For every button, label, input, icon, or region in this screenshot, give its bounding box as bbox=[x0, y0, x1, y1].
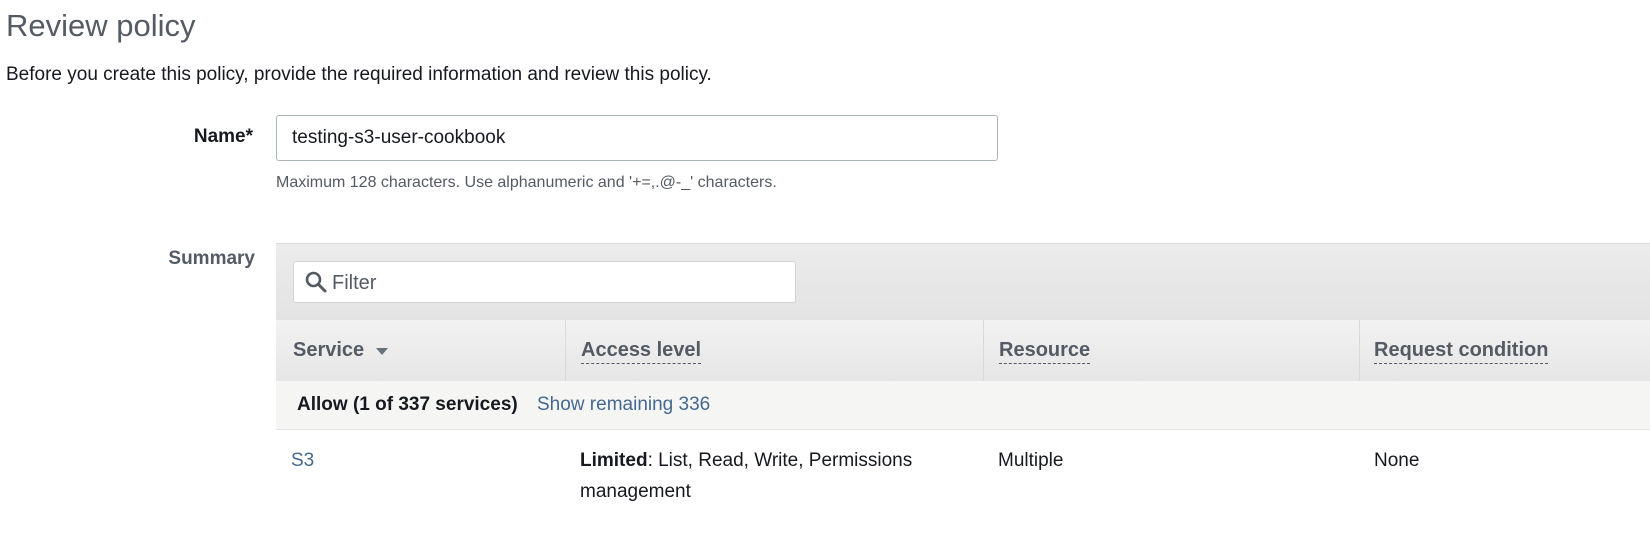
summary-panel: Service Access level Resource Request co… bbox=[276, 243, 1650, 533]
show-remaining-link[interactable]: Show remaining 336 bbox=[537, 394, 710, 416]
summary-label: Summary bbox=[168, 248, 255, 269]
service-cell: S3 bbox=[291, 445, 314, 476]
column-header-service[interactable]: Service bbox=[276, 320, 566, 381]
filter-input[interactable] bbox=[330, 262, 794, 304]
page-subtitle: Before you create this policy, provide t… bbox=[6, 64, 712, 85]
access-level-bold: Limited bbox=[580, 450, 648, 471]
column-header-request-condition[interactable]: Request condition bbox=[1360, 320, 1650, 381]
table-header: Service Access level Resource Request co… bbox=[276, 320, 1650, 382]
sort-caret-icon bbox=[376, 348, 388, 355]
name-input[interactable] bbox=[276, 115, 998, 161]
column-header-resource[interactable]: Resource bbox=[984, 320, 1360, 381]
column-header-access-level[interactable]: Access level bbox=[566, 320, 984, 381]
search-icon bbox=[305, 271, 327, 293]
page-title: Review policy bbox=[6, 8, 196, 43]
column-header-request-condition-label: Request condition bbox=[1374, 339, 1549, 364]
table-row: S3 Limited: List, Read, Write, Permissio… bbox=[276, 430, 1650, 530]
column-header-service-label: Service bbox=[293, 339, 365, 361]
column-header-access-level-label: Access level bbox=[581, 339, 702, 364]
allow-group-row: Allow (1 of 337 services) Show remaining… bbox=[276, 381, 1650, 430]
access-level-cell: Limited: List, Read, Write, Permissions … bbox=[580, 445, 970, 507]
filter-box[interactable] bbox=[293, 261, 796, 304]
allow-group-label: Allow (1 of 337 services) bbox=[297, 394, 518, 415]
column-header-resource-label: Resource bbox=[999, 339, 1091, 364]
name-label: Name* bbox=[193, 126, 253, 147]
name-hint: Maximum 128 characters. Use alphanumeric… bbox=[276, 174, 777, 191]
service-link[interactable]: S3 bbox=[291, 450, 314, 471]
summary-toolbar bbox=[276, 243, 1650, 321]
request-condition-cell: None bbox=[1374, 450, 1420, 471]
resource-cell: Multiple bbox=[998, 450, 1064, 471]
